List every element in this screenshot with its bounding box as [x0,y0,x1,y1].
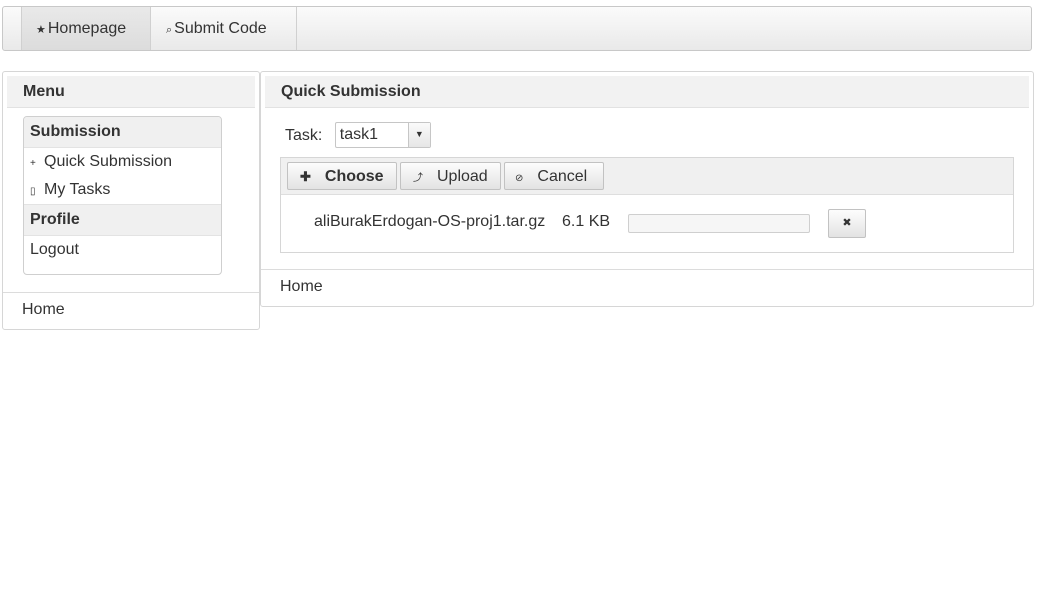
tab-submit-code[interactable]: ⌕ Submit Code [163,7,297,50]
task-selector-row: Task: task1 ▼ [285,122,431,150]
task-dropdown-value: task1 [339,126,379,143]
tab-homepage[interactable]: ★ Homepage [21,7,151,50]
menu-list: Submission + Quick Submission ▯ My Tasks P… [23,116,222,275]
choose-button[interactable]: ✚ Choose [287,162,397,190]
menu-category-profile: Profile [24,204,221,236]
star-icon: ★ [36,24,46,36]
menu-panel-title: Menu [7,76,255,108]
file-size: 6.1 KB [562,213,611,230]
top-navigation-bar: ★ Homepage ⌕ Submit Code [2,6,1032,51]
quick-submission-panel: Quick Submission Task: task1 ▼ ✚ Choose ⤴… [260,71,1034,307]
upload-progress-bar [628,214,810,233]
document-icon: ▯ [30,186,36,197]
task-dropdown[interactable]: task1 ▼ [334,122,431,148]
menu-item-logout[interactable]: Logout [24,236,221,264]
menu-item-label: My Tasks [44,181,111,198]
upload-button-label: Upload [437,168,488,185]
menu-item-my-tasks[interactable]: ▯ My Tasks [24,176,221,204]
uploader-toolbar: ✚ Choose ⤴ Upload ⊘ Cancel [281,158,1013,195]
plus-icon: + [30,158,36,169]
cancel-button-label: Cancel [537,168,588,185]
upload-arrow-icon: ⤴ [413,173,423,184]
upload-button[interactable]: ⤴ Upload [400,162,501,190]
menu-item-quick-submission[interactable]: + Quick Submission [24,148,221,176]
file-row: aliBurakErdogan-OS-proj1.tar.gz 6.1 KB ✖ [281,206,1013,242]
remove-file-button[interactable]: ✖ [828,209,866,238]
plus-icon: ✚ [300,169,311,184]
file-uploader: ✚ Choose ⤴ Upload ⊘ Cancel aliBurakErdogan-… [280,157,1014,253]
cancel-button[interactable]: ⊘ Cancel [504,162,604,190]
tab-homepage-label: Homepage [47,20,127,37]
menu-item-label: Quick Submission [44,153,173,170]
file-name: aliBurakErdogan-OS-proj1.tar.gz [314,213,546,230]
page-title: Quick Submission [265,76,1029,108]
main-panel-footer: Home [261,269,1033,305]
tab-submit-code-label: Submit Code [174,20,267,37]
menu-panel: Menu Submission + Quick Submission ▯ My Ta… [2,71,260,330]
task-label: Task: [285,127,323,144]
cancel-icon: ⊘ [515,173,524,184]
chevron-down-icon[interactable]: ▼ [407,123,430,147]
menu-category-submission: Submission [24,117,221,148]
menu-panel-footer: Home [3,292,259,328]
close-icon: ✖ [842,217,852,229]
search-icon: ⌕ [166,24,173,36]
choose-button-label: Choose [324,168,384,185]
